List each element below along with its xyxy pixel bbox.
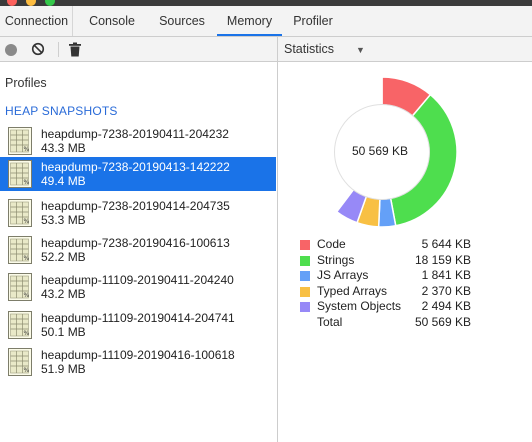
legend-row: System Objects 2 494 KB <box>299 299 489 315</box>
legend-label: Typed Arrays <box>317 283 388 298</box>
legend-swatch <box>300 271 310 281</box>
heap-snapshot-item[interactable]: % heapdump-11109-20190411-204240 43.2 MB <box>0 270 276 304</box>
legend-label: JS Arrays <box>317 268 369 282</box>
legend-row: Typed Arrays 2 370 KB <box>299 284 489 300</box>
snapshot-name: heapdump-11109-20190411-204240 <box>41 273 234 287</box>
tab-profiler[interactable]: Profiler <box>285 6 341 36</box>
snapshot-size: 50.1 MB <box>41 325 86 339</box>
legend-value: 2 370 KB <box>421 283 471 298</box>
svg-text:%: % <box>24 367 30 374</box>
trash-icon[interactable] <box>68 42 82 57</box>
snapshot-name: heapdump-7238-20190411-204232 <box>41 127 229 141</box>
legend-value: 1 841 KB <box>421 268 471 282</box>
view-select[interactable]: Statistics <box>284 37 334 62</box>
snapshot-size: 43.2 MB <box>41 287 86 301</box>
statistics-legend: Code 5 644 KB Strings 18 159 KB JS Arrays 1 8… <box>299 237 489 330</box>
snapshot-name: heapdump-11109-20190414-204741 <box>41 311 235 325</box>
snapshot-file-icon: % <box>8 311 32 339</box>
statistics-toolbar: Statistics ▼ <box>278 37 532 62</box>
svg-text:%: % <box>24 255 30 262</box>
legend-row: Code 5 644 KB <box>299 237 489 253</box>
record-icon[interactable] <box>5 44 17 56</box>
snapshot-size: 49.4 MB <box>41 174 86 188</box>
heap-snapshot-item[interactable]: % heapdump-7238-20190416-100613 52.2 MB <box>0 233 276 267</box>
svg-text:%: % <box>24 179 30 186</box>
legend-value: 2 494 KB <box>421 299 471 313</box>
snapshot-file-icon: % <box>8 127 32 155</box>
snapshot-size: 53.3 MB <box>41 213 86 227</box>
profiles-title: Profiles <box>5 76 47 90</box>
caret-down-icon[interactable]: ▼ <box>356 44 365 56</box>
heap-snapshots-header: HEAP SNAPSHOTS <box>5 104 118 118</box>
legend-swatch <box>300 286 310 297</box>
heap-snapshot-item[interactable]: % heapdump-7238-20190411-204232 43.3 MB <box>0 124 276 158</box>
heap-snapshot-item[interactable]: % heapdump-11109-20190414-204741 50.1 MB <box>0 308 276 342</box>
snapshot-name: heapdump-7238-20190416-100613 <box>41 236 230 250</box>
svg-text:%: % <box>24 330 30 337</box>
snapshot-file-icon: % <box>8 273 32 301</box>
snapshot-name: heapdump-7238-20190413-142222 <box>41 160 230 174</box>
snapshot-size: 52.2 MB <box>41 250 86 264</box>
snapshot-name: heapdump-7238-20190414-204735 <box>41 199 230 213</box>
snapshot-name: heapdump-11109-20190416-100618 <box>41 348 235 362</box>
panel-divider[interactable] <box>277 37 278 442</box>
legend-value: 50 569 KB <box>414 314 471 329</box>
svg-text:%: % <box>24 292 30 299</box>
legend-row: Strings 18 159 KB <box>299 253 489 269</box>
legend-label: System Objects <box>317 299 402 313</box>
legend-row: Total 50 569 KB <box>299 315 489 331</box>
tab-connection[interactable]: Connection <box>0 6 73 36</box>
snapshot-file-icon: % <box>8 160 32 188</box>
heap-snapshot-item[interactable]: % heapdump-7238-20190414-204735 53.3 MB <box>0 196 276 230</box>
snapshot-file-icon: % <box>8 199 32 227</box>
heap-snapshot-item[interactable]: % heapdump-11109-20190416-100618 51.9 MB <box>0 345 276 379</box>
snapshot-file-icon: % <box>8 236 32 264</box>
legend-row: JS Arrays 1 841 KB <box>299 268 489 284</box>
donut-slice-strings <box>389 93 458 227</box>
profiles-toolbar <box>0 37 277 62</box>
svg-text:%: % <box>24 146 30 153</box>
legend-value: 5 644 KB <box>421 237 471 251</box>
tab-divider <box>72 6 73 36</box>
legend-value: 18 159 KB <box>414 252 471 267</box>
toolbar-divider <box>58 42 59 57</box>
tab-sources[interactable]: Sources <box>150 6 214 36</box>
tab-memory[interactable]: Memory <box>217 6 282 36</box>
snapshot-size: 43.3 MB <box>41 141 86 155</box>
snapshot-size: 51.9 MB <box>41 362 86 376</box>
heap-snapshot-item[interactable]: % heapdump-7238-20190413-142222 49.4 MB <box>0 157 276 191</box>
legend-label: Strings <box>317 252 355 267</box>
tab-console[interactable]: Console <box>78 6 146 36</box>
legend-swatch <box>300 255 310 266</box>
legend-swatch <box>300 302 310 312</box>
snapshot-file-icon: % <box>8 348 32 376</box>
legend-label: Total <box>317 314 343 329</box>
legend-swatch <box>300 240 310 250</box>
clear-icon[interactable] <box>31 42 45 56</box>
donut-total-label: 50 569 KB <box>351 144 409 158</box>
svg-text:%: % <box>24 218 30 225</box>
legend-label: Code <box>317 237 346 251</box>
devtools-tab-bar: Connection Console Sources Memory Profil… <box>0 6 532 37</box>
profiles-sidebar: Profiles HEAP SNAPSHOTS % heapdump-7238-2… <box>0 62 277 442</box>
